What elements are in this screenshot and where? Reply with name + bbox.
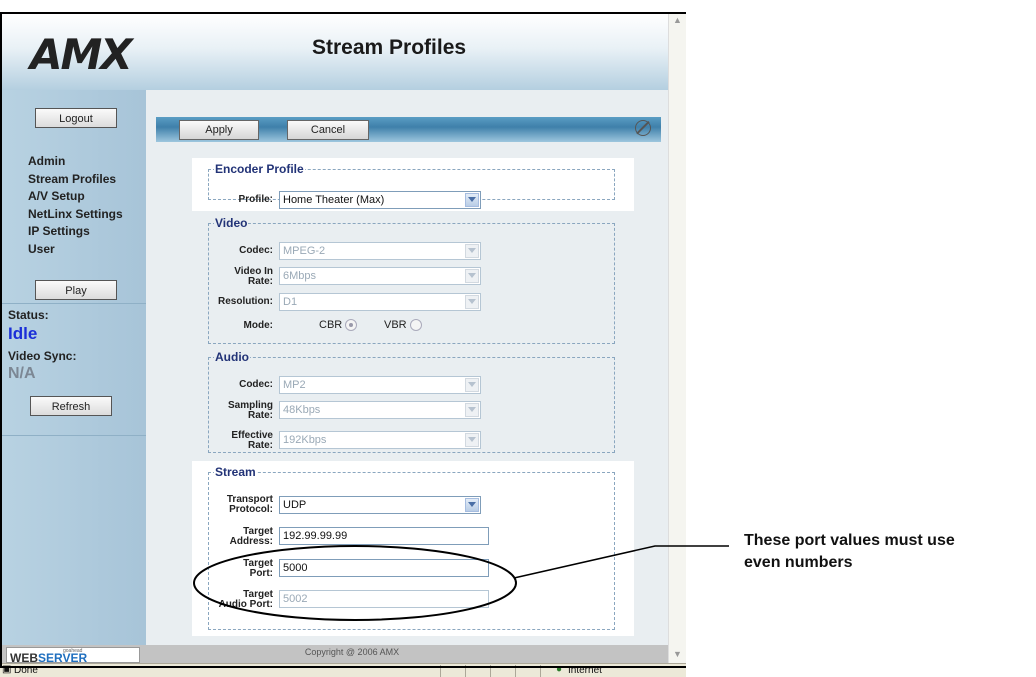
video-rate-label: Video In Rate: bbox=[234, 266, 273, 287]
globe-icon: ● bbox=[556, 664, 563, 675]
video-panel: Video Codec: MPEG-2 Video In Rate: 6Mbps … bbox=[192, 216, 634, 346]
target-audio-port-label: Target Audio Port: bbox=[218, 589, 273, 610]
chevron-down-icon[interactable] bbox=[465, 193, 479, 207]
audio-codec-label: Codec: bbox=[239, 379, 273, 390]
chevron-down-icon[interactable] bbox=[465, 269, 479, 283]
nav-item-stream-profiles[interactable]: Stream Profiles bbox=[28, 171, 123, 189]
nav-item-ip-settings[interactable]: IP Settings bbox=[28, 223, 123, 241]
audio-fieldset: Audio Codec: MP2 Sampling Rate: 48Kbps Ef… bbox=[208, 350, 615, 453]
stream-fieldset: Stream Transport Protocol: UDP Target Addr… bbox=[208, 465, 615, 630]
callout-text: These port values must use even numbers bbox=[744, 530, 955, 574]
video-codec-value: MPEG-2 bbox=[283, 245, 326, 257]
no-entry-icon bbox=[635, 120, 651, 136]
page-icon: ▣ bbox=[2, 664, 12, 675]
cancel-button[interactable]: Cancel bbox=[287, 120, 369, 140]
profile-select[interactable]: Home Theater (Max) bbox=[279, 191, 481, 209]
main-content: Apply Cancel Encoder Profile Profile: Ho… bbox=[146, 90, 668, 645]
audio-legend: Audio bbox=[215, 350, 249, 364]
video-sync-value: N/A bbox=[8, 365, 36, 382]
stream-legend: Stream bbox=[215, 465, 256, 479]
toolbar: Apply Cancel bbox=[156, 117, 661, 142]
stream-panel: Stream Transport Protocol: UDP Target Addr… bbox=[192, 461, 634, 636]
resolution-label: Resolution: bbox=[218, 296, 273, 307]
refresh-button[interactable]: Refresh bbox=[30, 396, 112, 416]
page-header: AMX Stream Profiles bbox=[2, 14, 668, 90]
sampling-rate-value: 48Kbps bbox=[283, 404, 321, 416]
vertical-scrollbar[interactable]: ▲ ▼ bbox=[668, 12, 686, 663]
logout-button[interactable]: Logout bbox=[35, 108, 117, 128]
callout-line-2: even numbers bbox=[744, 554, 853, 571]
target-port-field[interactable]: 5000 bbox=[279, 559, 489, 577]
transport-protocol-label: Transport Protocol: bbox=[226, 494, 273, 515]
scroll-up-icon[interactable]: ▲ bbox=[671, 14, 684, 27]
target-address-field[interactable]: 192.99.99.99 bbox=[279, 527, 489, 545]
nav-item-netlinx-settings[interactable]: NetLinx Settings bbox=[28, 206, 123, 224]
effective-rate-select[interactable]: 192Kbps bbox=[279, 431, 481, 449]
zone-text: Internet bbox=[568, 665, 602, 676]
scroll-down-icon[interactable]: ▼ bbox=[671, 648, 684, 661]
mode-vbr-option[interactable]: VBR bbox=[384, 319, 422, 332]
page-title: Stream Profiles bbox=[312, 36, 467, 59]
amx-logo: AMX bbox=[30, 30, 133, 79]
encoder-legend: Encoder Profile bbox=[215, 162, 304, 176]
video-rate-select[interactable]: 6Mbps bbox=[279, 267, 481, 285]
chevron-down-icon[interactable] bbox=[465, 433, 479, 447]
video-sync-label: Video Sync: bbox=[8, 349, 77, 363]
effective-rate-value: 192Kbps bbox=[283, 434, 327, 446]
mode-label: Mode: bbox=[243, 320, 273, 331]
target-address-label: Target Address: bbox=[229, 526, 273, 547]
left-navigation: Logout Admin Stream Profiles A/V Setup N… bbox=[2, 90, 146, 645]
chevron-down-icon[interactable] bbox=[465, 244, 479, 258]
status-label: Status: bbox=[8, 308, 49, 322]
effective-rate-label: Effective Rate: bbox=[231, 430, 273, 451]
target-port-label: Target Port: bbox=[243, 558, 273, 579]
chevron-down-icon[interactable] bbox=[465, 498, 479, 512]
video-legend: Video bbox=[215, 216, 248, 230]
nav-item-user[interactable]: User bbox=[28, 241, 123, 259]
play-button[interactable]: Play bbox=[35, 280, 117, 300]
nav-item-admin[interactable]: Admin bbox=[28, 153, 123, 171]
resolution-value: D1 bbox=[283, 296, 298, 308]
video-codec-select[interactable]: MPEG-2 bbox=[279, 242, 481, 260]
encoder-fieldset: Encoder Profile Profile: Home Theater (M… bbox=[208, 162, 615, 209]
sampling-rate-label: Sampling Rate: bbox=[227, 400, 273, 421]
radio-cbr[interactable] bbox=[345, 319, 358, 332]
callout-line-1: These port values must use bbox=[744, 532, 955, 549]
transport-protocol-value: UDP bbox=[283, 499, 307, 511]
copyright-text: Copyright @ 2006 AMX bbox=[304, 647, 400, 657]
apply-button[interactable]: Apply bbox=[179, 120, 259, 140]
chevron-down-icon[interactable] bbox=[465, 403, 479, 417]
sampling-rate-select[interactable]: 48Kbps bbox=[279, 401, 481, 419]
nav-divider bbox=[2, 303, 146, 304]
video-codec-label: Codec: bbox=[239, 245, 273, 256]
nav-divider bbox=[2, 435, 146, 436]
profile-label: Profile: bbox=[238, 194, 273, 205]
mode-cbr-option[interactable]: CBR bbox=[319, 319, 358, 332]
browser-status-bar: ▣ Done ● Internet bbox=[0, 663, 686, 677]
target-audio-port-field[interactable]: 5002 bbox=[279, 590, 489, 608]
status-value: Idle bbox=[8, 324, 38, 343]
nav-item-av-setup[interactable]: A/V Setup bbox=[28, 188, 123, 206]
chevron-down-icon[interactable] bbox=[465, 378, 479, 392]
video-rate-value: 6Mbps bbox=[283, 270, 317, 282]
webserver-logo: goahead WEBSERVER bbox=[6, 647, 140, 665]
profile-select-value: Home Theater (Max) bbox=[283, 194, 385, 206]
transport-protocol-select[interactable]: UDP bbox=[279, 496, 481, 514]
nav-links: Admin Stream Profiles A/V Setup NetLinx … bbox=[28, 153, 123, 258]
resolution-select[interactable]: D1 bbox=[279, 293, 481, 311]
encoder-panel: Encoder Profile Profile: Home Theater (M… bbox=[192, 158, 634, 211]
page-footer: goahead WEBSERVER Copyright @ 2006 AMX bbox=[2, 645, 668, 665]
browser-window: AMX Stream Profiles Logout Admin Stream … bbox=[0, 12, 686, 677]
chevron-down-icon[interactable] bbox=[465, 295, 479, 309]
radio-vbr[interactable] bbox=[409, 319, 422, 332]
audio-codec-select[interactable]: MP2 bbox=[279, 376, 481, 394]
status-text: Done bbox=[14, 665, 38, 676]
audio-panel: Audio Codec: MP2 Sampling Rate: 48Kbps Ef… bbox=[192, 350, 634, 455]
audio-codec-value: MP2 bbox=[283, 379, 306, 391]
video-fieldset: Video Codec: MPEG-2 Video In Rate: 6Mbps … bbox=[208, 216, 615, 344]
